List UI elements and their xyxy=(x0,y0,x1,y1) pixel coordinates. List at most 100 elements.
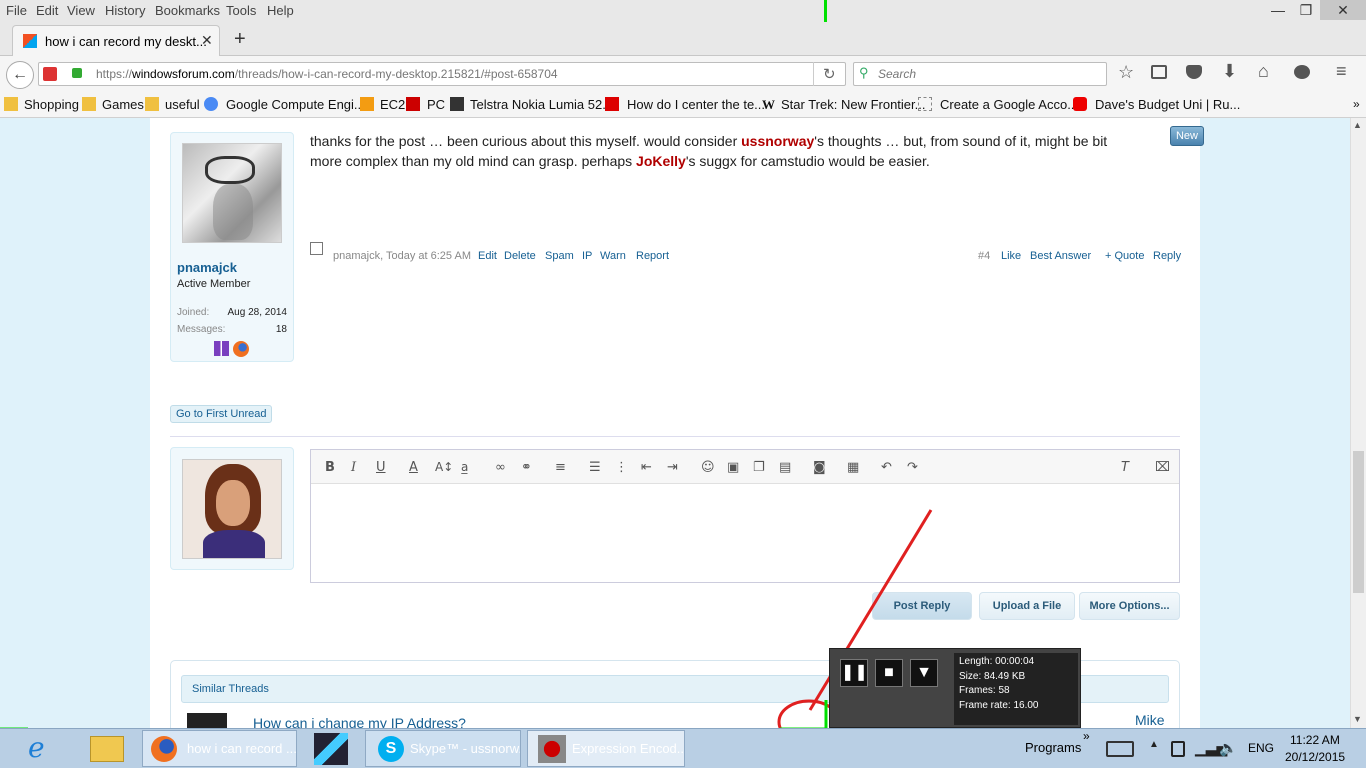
addon-icon[interactable] xyxy=(43,67,57,81)
unlink-icon[interactable]: ⚭ xyxy=(521,460,532,475)
image-icon[interactable]: ▣ xyxy=(727,460,739,475)
reading-list-icon[interactable] xyxy=(1151,65,1167,79)
scroll-up-icon[interactable]: ▲ xyxy=(1353,120,1362,130)
maximize-button[interactable]: ❐ xyxy=(1292,0,1320,20)
select-post-checkbox[interactable] xyxy=(310,242,323,255)
underline-icon[interactable]: U xyxy=(376,460,386,475)
font-family-icon[interactable]: a̲ xyxy=(461,460,468,474)
bookmark-shopping[interactable]: Shopping xyxy=(24,97,79,112)
scroll-down-icon[interactable]: ▼ xyxy=(1353,714,1362,724)
like-link[interactable]: Like xyxy=(1001,250,1021,262)
clock-date[interactable]: 20/12/2015 xyxy=(1285,750,1345,764)
bookmark-google-account[interactable]: Create a Google Acco... xyxy=(940,97,1078,112)
show-hidden-icons[interactable]: ▲ xyxy=(1149,739,1159,750)
reload-icon[interactable]: ↻ xyxy=(823,65,836,83)
indent-icon[interactable]: ⇥ xyxy=(667,460,678,475)
mention-ussnorway[interactable]: ussnorway xyxy=(741,133,814,149)
avatar[interactable] xyxy=(182,143,282,243)
menu-history[interactable]: History xyxy=(105,3,145,18)
taskbar-expression-encoder[interactable]: Expression Encod... xyxy=(527,730,685,767)
mention-jokelly[interactable]: JoKelly xyxy=(636,153,686,169)
toolbar-overflow-icon[interactable]: » xyxy=(1083,729,1090,743)
camera-icon[interactable]: ◙ xyxy=(813,460,826,475)
scrollbar-thumb[interactable] xyxy=(1353,451,1364,593)
taskbar-firefox[interactable]: how i can record ... xyxy=(142,730,297,767)
menu-tools[interactable]: Tools xyxy=(226,3,256,18)
bookmark-daves-budget[interactable]: Dave's Budget Uni | Ru... xyxy=(1095,97,1240,112)
stop-button[interactable]: ■ xyxy=(875,659,903,687)
menu-file[interactable]: File xyxy=(6,3,27,18)
font-color-icon[interactable]: A xyxy=(409,460,418,475)
redo-icon[interactable]: ↷ xyxy=(907,460,918,475)
go-to-first-unread-button[interactable]: Go to First Unread xyxy=(170,405,273,423)
bookmark-star-trek[interactable]: Star Trek: New Frontier... xyxy=(781,97,926,112)
spam-link[interactable]: Spam xyxy=(545,250,574,262)
page-scrollbar[interactable]: ▲ ▼ xyxy=(1350,118,1366,728)
close-tab-icon[interactable]: ✕ xyxy=(201,32,213,49)
numbered-list-icon[interactable]: ⋮ xyxy=(615,460,628,475)
ip-link[interactable]: IP xyxy=(582,250,592,262)
volume-icon[interactable]: 🔈 xyxy=(1219,739,1238,757)
similar-thread-user[interactable]: Mike xyxy=(1135,712,1165,728)
smilie-icon[interactable]: ☺ xyxy=(701,460,715,475)
bookmark-telstra[interactable]: Telstra Nokia Lumia 52... xyxy=(470,97,613,112)
align-icon[interactable]: ≡ xyxy=(555,460,566,475)
insert-icon[interactable]: ▤ xyxy=(779,460,791,475)
bookmark-ec2[interactable]: EC2 xyxy=(380,97,405,112)
link-icon[interactable]: ∞ xyxy=(495,460,506,475)
best-answer-link[interactable]: Best Answer xyxy=(1030,250,1091,262)
username[interactable]: pnamajck xyxy=(177,260,237,275)
delete-link[interactable]: Delete xyxy=(504,250,536,262)
bookmark-google-compute[interactable]: Google Compute Engi... xyxy=(226,97,365,112)
taskbar-skype[interactable]: S Skype™ - ussnorw... xyxy=(365,730,521,767)
download-icon[interactable]: ⬇ xyxy=(1222,61,1237,82)
upload-file-button[interactable]: Upload a File xyxy=(979,592,1075,620)
hamburger-menu-icon[interactable]: ≡ xyxy=(1336,61,1347,82)
home-icon[interactable]: ⌂ xyxy=(1258,61,1269,82)
clock-time[interactable]: 11:22 AM xyxy=(1290,733,1340,747)
bookmark-pc[interactable]: PC xyxy=(427,97,445,112)
menu-edit[interactable]: Edit xyxy=(36,3,58,18)
file-explorer-icon[interactable] xyxy=(90,736,124,762)
reply-link[interactable]: Reply xyxy=(1153,250,1181,262)
more-options-button[interactable]: More Options... xyxy=(1079,592,1180,620)
new-tab-button[interactable]: + xyxy=(234,28,246,51)
warn-link[interactable]: Warn xyxy=(600,250,626,262)
pause-button[interactable]: ❚❚ xyxy=(840,659,868,687)
bookmarks-overflow-icon[interactable]: » xyxy=(1353,97,1360,111)
outdent-icon[interactable]: ⇤ xyxy=(641,460,652,475)
report-link[interactable]: Report xyxy=(636,250,669,262)
keyboard-icon[interactable] xyxy=(1106,741,1134,757)
url-bar[interactable]: https://windowsforum.com/threads/how-i-c… xyxy=(38,62,846,86)
close-window-button[interactable]: ✕ xyxy=(1320,0,1366,20)
post-number[interactable]: #4 xyxy=(978,250,990,262)
options-dropdown-button[interactable]: ▼ xyxy=(910,659,938,687)
bookmark-star-icon[interactable]: ☆ xyxy=(1118,62,1134,83)
battery-icon[interactable] xyxy=(1171,741,1185,757)
menu-help[interactable]: Help xyxy=(267,3,294,18)
bullet-list-icon[interactable]: ☰ xyxy=(589,460,601,475)
media-icon[interactable]: ❐ xyxy=(753,460,765,475)
menu-bookmarks[interactable]: Bookmarks xyxy=(155,3,220,18)
undo-icon[interactable]: ↶ xyxy=(881,460,892,475)
bookmark-games[interactable]: Games xyxy=(102,97,144,112)
app-icon[interactable] xyxy=(314,733,348,765)
back-button[interactable]: ← xyxy=(6,61,34,89)
menu-view[interactable]: View xyxy=(67,3,95,18)
remove-format-icon[interactable]: T xyxy=(1121,460,1129,475)
bold-icon[interactable]: B xyxy=(325,460,335,475)
quote-link[interactable]: + Quote xyxy=(1105,250,1144,262)
tab-active[interactable]: how i can record my deskt... ✕ xyxy=(12,25,220,56)
similar-thread-link[interactable]: How can i change my IP Address? xyxy=(253,715,466,728)
pocket-icon[interactable] xyxy=(1186,65,1202,79)
save-draft-icon[interactable]: ▦ xyxy=(847,460,859,475)
toggle-bbcode-icon[interactable]: ⌧ xyxy=(1155,460,1170,475)
bookmark-useful[interactable]: useful xyxy=(165,97,200,112)
font-size-icon[interactable]: A↕ xyxy=(435,460,453,474)
edit-link[interactable]: Edit xyxy=(478,250,497,262)
minimize-button[interactable]: — xyxy=(1264,0,1292,20)
language-indicator[interactable]: ENG xyxy=(1248,741,1274,755)
internet-explorer-icon[interactable]: e xyxy=(28,733,62,763)
search-box[interactable]: ⚲ Search xyxy=(853,62,1107,86)
hello-chat-icon[interactable] xyxy=(1294,65,1310,79)
